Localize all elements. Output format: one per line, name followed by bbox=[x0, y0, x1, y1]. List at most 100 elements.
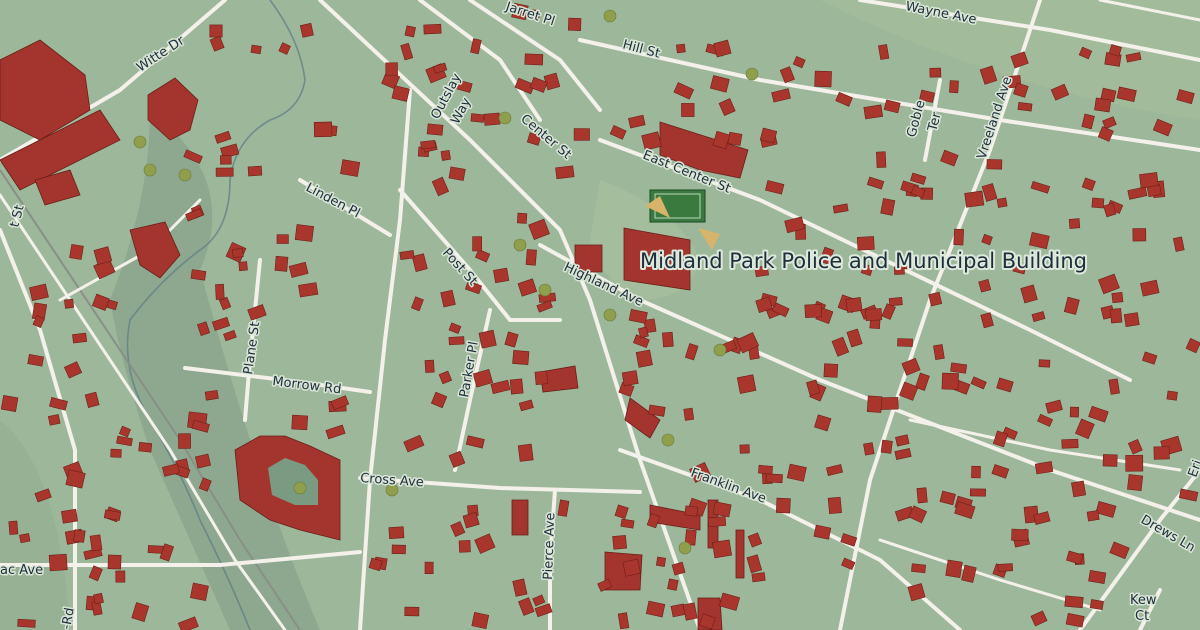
house bbox=[220, 155, 232, 165]
house bbox=[138, 442, 153, 453]
house bbox=[385, 62, 398, 76]
house bbox=[945, 559, 963, 578]
house bbox=[448, 336, 465, 346]
house bbox=[0, 395, 19, 412]
house bbox=[61, 508, 78, 524]
house bbox=[274, 255, 289, 272]
house bbox=[1094, 97, 1112, 113]
house bbox=[17, 618, 36, 628]
house bbox=[1068, 218, 1081, 229]
house bbox=[739, 444, 750, 454]
tree bbox=[143, 163, 157, 177]
house bbox=[949, 80, 959, 94]
house bbox=[953, 228, 965, 246]
house bbox=[823, 363, 839, 378]
house bbox=[424, 561, 434, 575]
house bbox=[573, 128, 590, 141]
house bbox=[516, 212, 528, 224]
house bbox=[1091, 197, 1105, 209]
tree bbox=[538, 283, 552, 297]
house bbox=[681, 103, 695, 117]
house bbox=[1132, 228, 1147, 242]
house bbox=[471, 612, 490, 629]
house bbox=[1146, 184, 1162, 198]
house bbox=[93, 592, 104, 605]
house bbox=[929, 67, 942, 78]
house bbox=[727, 131, 743, 146]
poi-label-police-municipal: Midland Park Police and Municipal Buildi… bbox=[640, 249, 1087, 273]
tree bbox=[603, 9, 617, 23]
house bbox=[404, 25, 416, 38]
house bbox=[620, 518, 635, 529]
house bbox=[250, 44, 262, 55]
label-ct: Ct bbox=[1135, 609, 1149, 624]
house bbox=[567, 17, 582, 32]
house bbox=[880, 439, 893, 454]
house bbox=[1086, 510, 1100, 522]
house bbox=[524, 53, 544, 66]
house bbox=[964, 190, 985, 208]
house bbox=[8, 520, 19, 535]
house bbox=[458, 540, 471, 553]
house bbox=[865, 308, 883, 321]
house bbox=[635, 349, 653, 368]
label-kew: Kew bbox=[1130, 593, 1157, 608]
tree bbox=[713, 343, 727, 357]
tree bbox=[513, 238, 527, 252]
house bbox=[231, 247, 244, 259]
house bbox=[880, 397, 899, 410]
house bbox=[1061, 438, 1079, 449]
house bbox=[880, 198, 896, 216]
house bbox=[1102, 454, 1118, 467]
house bbox=[863, 104, 884, 120]
house bbox=[115, 570, 126, 583]
house bbox=[1011, 528, 1029, 542]
house bbox=[47, 414, 61, 426]
house bbox=[911, 563, 926, 574]
house bbox=[190, 582, 209, 602]
house bbox=[655, 556, 667, 567]
house bbox=[1038, 359, 1051, 368]
house bbox=[1153, 446, 1170, 460]
house bbox=[107, 554, 122, 570]
house bbox=[48, 553, 68, 572]
house bbox=[340, 159, 361, 177]
house bbox=[73, 529, 86, 543]
house bbox=[440, 149, 451, 161]
house bbox=[423, 23, 442, 35]
house bbox=[612, 534, 627, 550]
tree bbox=[178, 168, 192, 182]
house bbox=[247, 165, 263, 177]
house bbox=[204, 389, 219, 401]
label-pierce-ave: Pierce Ave bbox=[541, 512, 558, 580]
house bbox=[621, 370, 639, 387]
house bbox=[1123, 312, 1140, 327]
house bbox=[622, 558, 641, 577]
house bbox=[1064, 595, 1084, 609]
house bbox=[916, 487, 928, 504]
house bbox=[294, 224, 314, 242]
map-canvas[interactable]: Midland Park Police and Municipal Buildi… bbox=[0, 0, 1200, 630]
tree bbox=[133, 135, 147, 149]
house bbox=[1127, 474, 1144, 492]
house bbox=[209, 24, 223, 38]
house bbox=[736, 374, 757, 394]
house bbox=[178, 433, 191, 449]
house bbox=[996, 197, 1008, 208]
house bbox=[65, 469, 86, 489]
house bbox=[426, 123, 444, 136]
house bbox=[1071, 480, 1087, 498]
house bbox=[276, 234, 289, 244]
house bbox=[64, 298, 75, 309]
house bbox=[1017, 102, 1033, 112]
house bbox=[950, 362, 968, 374]
house bbox=[876, 151, 887, 168]
house bbox=[493, 267, 510, 284]
house bbox=[1088, 570, 1107, 584]
house bbox=[298, 282, 319, 298]
house bbox=[933, 344, 945, 360]
house bbox=[941, 372, 959, 390]
house bbox=[478, 329, 497, 349]
house bbox=[775, 497, 791, 514]
house bbox=[291, 414, 309, 431]
